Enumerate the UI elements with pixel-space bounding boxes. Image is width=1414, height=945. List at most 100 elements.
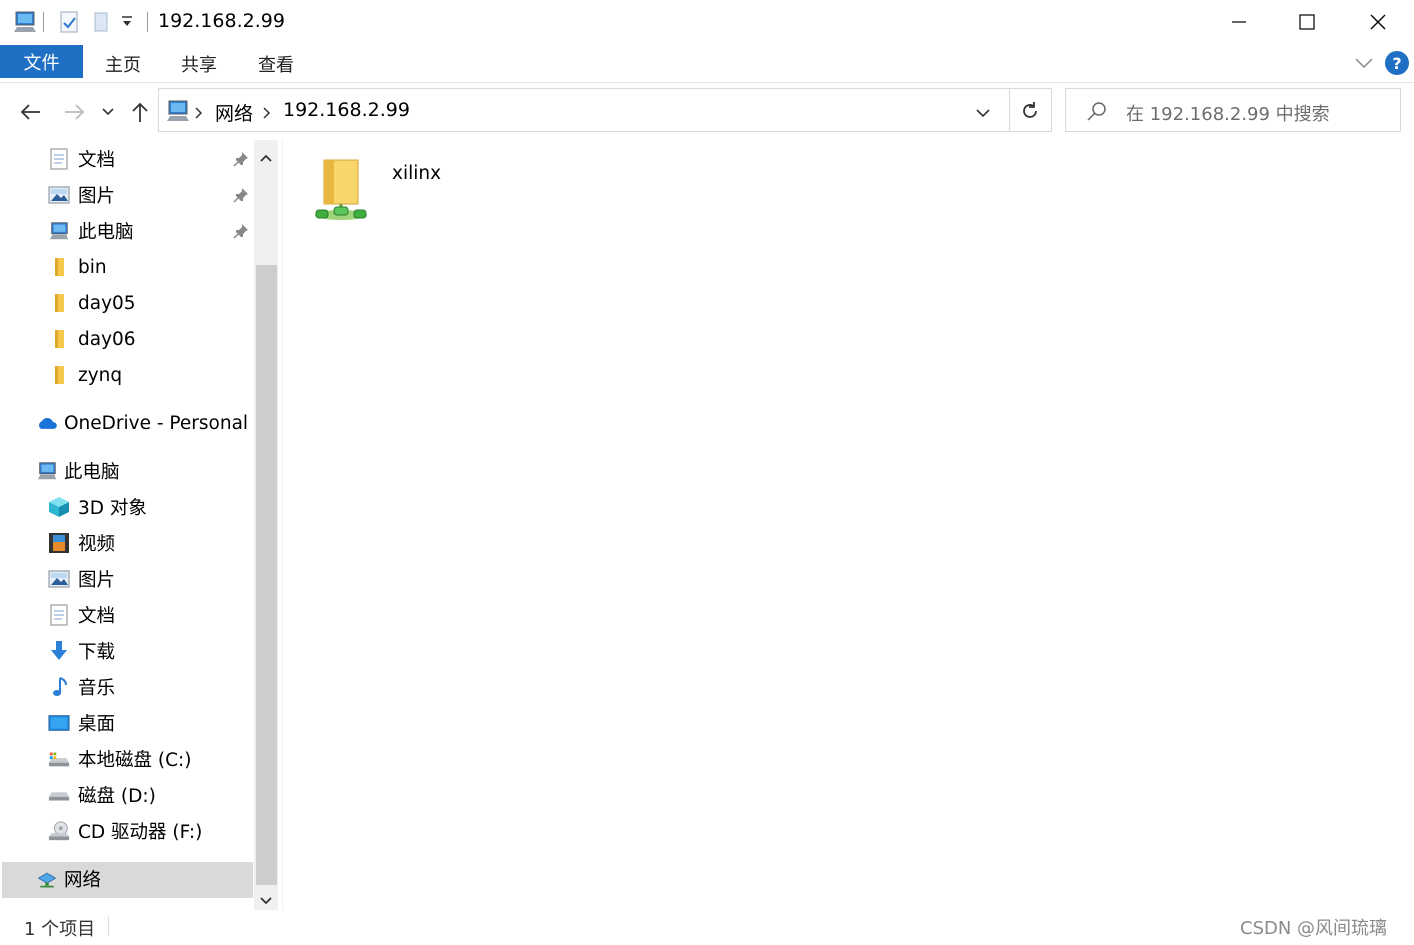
sidebar-item-onedrive[interactable]: OneDrive - Personal <box>36 406 248 440</box>
sidebar-item-label: 此电脑 <box>64 462 120 483</box>
sidebar-item-desktop[interactable]: 桌面 <box>48 706 115 740</box>
pictures-icon <box>48 184 70 206</box>
sidebar-item-label: 视频 <box>78 534 116 555</box>
sidebar-item-music[interactable]: 音乐 <box>48 670 115 704</box>
address-history-chevron-icon[interactable] <box>975 105 991 124</box>
sidebar-item-documents-pc[interactable]: 文档 <box>48 598 115 632</box>
sidebar-item-label: CD 驱动器 (F:) <box>78 822 203 843</box>
sidebar-item-3d-objects[interactable]: 3D 对象 <box>48 490 147 524</box>
sidebar-item-label: 网络 <box>64 870 102 891</box>
pin-icon[interactable] <box>233 187 249 207</box>
sidebar-item-label: 图片 <box>78 570 116 591</box>
network-share-folder-icon <box>310 154 372 230</box>
tab-home[interactable]: 主页 <box>105 51 141 77</box>
sidebar-item-label: 桌面 <box>78 714 116 735</box>
computer-icon <box>12 10 38 38</box>
content-item-label: xilinx <box>392 163 442 184</box>
back-arrow-icon[interactable] <box>16 98 44 126</box>
sidebar-item-label: bin <box>78 256 107 278</box>
tab-file[interactable]: 文件 <box>0 45 83 78</box>
sidebar-item-local-disk-c[interactable]: 本地磁盘 (C:) <box>48 742 191 776</box>
documents-icon <box>48 148 70 170</box>
sidebar-item-this-pc[interactable]: 此电脑 <box>36 454 120 488</box>
pictures-icon <box>48 568 70 590</box>
sidebar-item-cd-drive-f[interactable]: CD 驱动器 (F:) <box>48 814 202 848</box>
sidebar-item-day05[interactable]: day05 <box>48 286 136 320</box>
local-disk-icon <box>48 748 70 770</box>
tab-view[interactable]: 查看 <box>258 51 294 77</box>
watermark: CSDN @风间琉璃 <box>1240 918 1388 939</box>
sidebar-item-this-pc-quick[interactable]: 此电脑 <box>48 214 134 248</box>
recent-locations-chevron-icon[interactable] <box>96 98 120 126</box>
tab-share[interactable]: 共享 <box>181 51 217 77</box>
close-button[interactable] <box>1343 0 1413 44</box>
sidebar-item-label: day05 <box>78 292 136 314</box>
title-bar: 192.168.2.99 <box>0 0 1414 44</box>
ribbon: 文件 主页 共享 查看 ? <box>0 44 1414 83</box>
sidebar-item-pictures[interactable]: 图片 <box>48 178 115 212</box>
sidebar-item-day06[interactable]: day06 <box>48 322 136 356</box>
sidebar-item-downloads[interactable]: 下载 <box>48 634 115 668</box>
customize-quick-access-icon[interactable] <box>120 13 134 33</box>
network-icon <box>165 99 191 127</box>
sidebar-item-label: 3D 对象 <box>78 498 147 519</box>
sidebar-item-label: 音乐 <box>78 678 116 699</box>
sidebar-item-disk-d[interactable]: 磁盘 (D:) <box>48 778 156 812</box>
sidebar-item-zynq[interactable]: zynq <box>48 358 122 392</box>
sidebar-item-label: 文档 <box>78 150 116 171</box>
sidebar-item-label: 本地磁盘 (C:) <box>78 750 192 771</box>
new-folder-icon[interactable] <box>92 10 110 38</box>
sidebar-item-label: OneDrive - Personal <box>64 412 249 434</box>
minimize-button[interactable] <box>1204 0 1274 44</box>
sidebar-item-label: 磁盘 (D:) <box>78 786 156 807</box>
expand-ribbon-chevron-icon[interactable] <box>1354 55 1374 74</box>
this-pc-icon <box>36 460 58 482</box>
network-icon <box>36 868 58 890</box>
content-item-xilinx[interactable]: xilinx <box>306 150 466 230</box>
pin-icon[interactable] <box>233 151 249 171</box>
pane-divider <box>282 140 283 910</box>
search-input[interactable]: 在 192.168.2.99 中搜索 <box>1126 100 1330 126</box>
this-pc-icon <box>48 220 70 242</box>
breadcrumb-chevron-icon[interactable] <box>263 104 271 123</box>
documents-icon <box>48 604 70 626</box>
address-bar[interactable]: 网络 192.168.2.99 <box>158 88 1052 132</box>
help-icon[interactable]: ? <box>1385 51 1409 75</box>
search-box[interactable]: 在 192.168.2.99 中搜索 <box>1065 88 1401 132</box>
breadcrumb-host[interactable]: 192.168.2.99 <box>283 99 410 121</box>
scroll-up-arrow-icon[interactable] <box>259 148 273 167</box>
folder-icon <box>48 364 70 386</box>
sidebar-item-label: 文档 <box>78 606 116 627</box>
desktop-icon <box>48 712 70 734</box>
cd-drive-icon <box>48 820 70 842</box>
sidebar-item-label: zynq <box>78 364 123 386</box>
sidebar-item-documents[interactable]: 文档 <box>48 142 115 176</box>
pin-icon[interactable] <box>233 223 249 243</box>
folder-icon <box>48 292 70 314</box>
window-title: 192.168.2.99 <box>158 10 285 32</box>
sidebar-scrollbar-thumb[interactable] <box>256 265 277 885</box>
videos-icon <box>48 532 70 554</box>
refresh-icon[interactable] <box>1019 100 1041 126</box>
breadcrumb-network[interactable]: 网络 <box>215 99 253 126</box>
scroll-down-arrow-icon[interactable] <box>259 891 273 910</box>
search-icon <box>1086 100 1108 126</box>
sidebar-item-pictures-pc[interactable]: 图片 <box>48 562 115 596</box>
forward-arrow-icon[interactable] <box>61 98 89 126</box>
downloads-icon <box>48 640 70 662</box>
sidebar-item-network[interactable]: 网络 <box>36 862 101 896</box>
folder-icon <box>48 256 70 278</box>
sidebar-item-label: 图片 <box>78 186 116 207</box>
music-icon <box>48 676 70 698</box>
properties-icon[interactable] <box>58 10 80 38</box>
maximize-button[interactable] <box>1272 0 1342 44</box>
sidebar-item-label: 此电脑 <box>78 222 134 243</box>
sidebar-item-label: 下载 <box>78 642 116 663</box>
3d-objects-icon <box>48 496 70 518</box>
sidebar-item-videos[interactable]: 视频 <box>48 526 115 560</box>
onedrive-cloud-icon <box>36 412 58 434</box>
up-arrow-icon[interactable] <box>126 98 154 126</box>
status-divider <box>108 916 109 936</box>
sidebar-item-bin[interactable]: bin <box>48 250 107 284</box>
breadcrumb-chevron-icon[interactable] <box>195 104 203 123</box>
